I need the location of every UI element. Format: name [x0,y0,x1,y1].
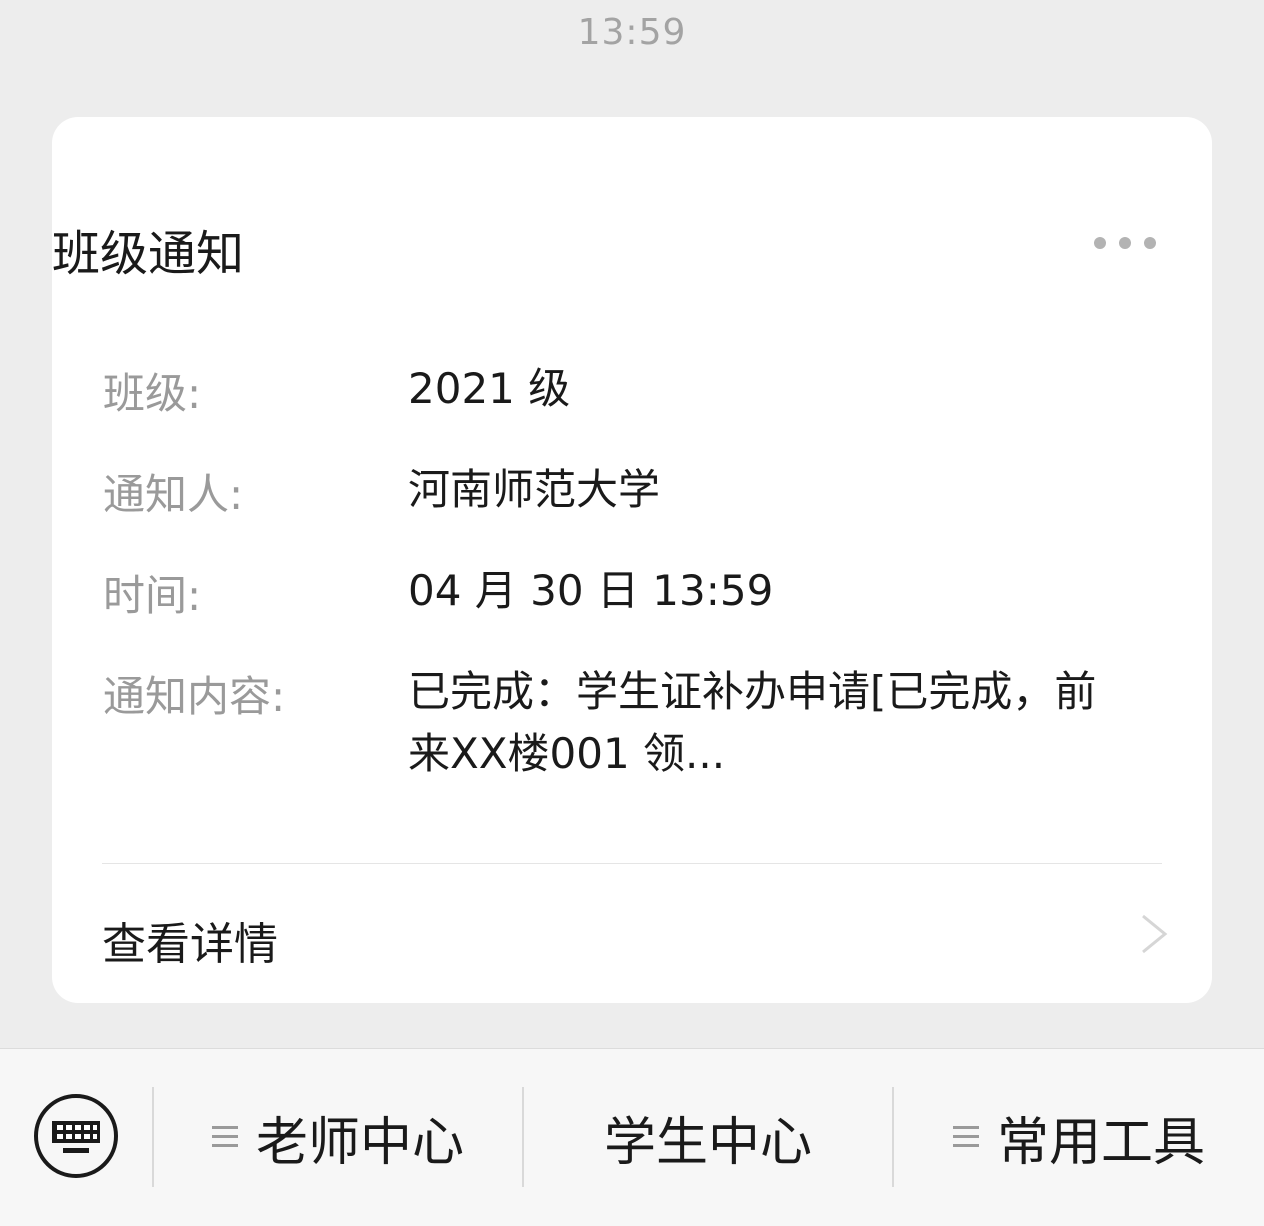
content-field-label: 通知内容: [103,672,286,721]
class-field-label: 班级: [103,369,202,418]
menu-item-label: 老师中心 [255,1112,464,1173]
keyboard-icon[interactable] [33,1093,119,1179]
time-field-value: 04 月 30 日 13:59 [408,566,774,615]
notifier-field-label: 通知人: [103,470,244,519]
menu-item-teacher-center[interactable]: 老师中心 [154,1087,522,1187]
class-field-value: 2021 级 [408,364,571,413]
menu-item-label: 学生中心 [603,1112,812,1173]
menu-item-common-tools[interactable]: 常用工具 [894,1087,1264,1187]
notifier-field-value: 河南师范大学 [408,465,661,514]
menu-item-label: 常用工具 [996,1112,1205,1173]
time-field-label: 时间: [103,571,202,620]
content-field-value: 已完成：学生证补办申请[已完成，前来XX楼001 领... [408,667,1097,778]
view-details-button[interactable]: 查看详情 [52,864,1212,1003]
chevron-right-icon [1142,914,1168,954]
bottom-menu-bar: 老师中心 学生中心 常用工具 [0,1048,1264,1226]
dot [1144,237,1156,249]
menu-item-student-center[interactable]: 学生中心 [524,1087,892,1187]
submenu-icon [952,1126,979,1148]
more-dots-icon[interactable] [1094,236,1156,250]
dot [1094,237,1106,249]
view-details-label: 查看详情 [102,919,278,970]
submenu-icon [211,1126,238,1148]
card-title: 班级通知 [52,226,245,282]
message-timestamp: 13:59 [577,12,687,53]
dot [1119,237,1131,249]
